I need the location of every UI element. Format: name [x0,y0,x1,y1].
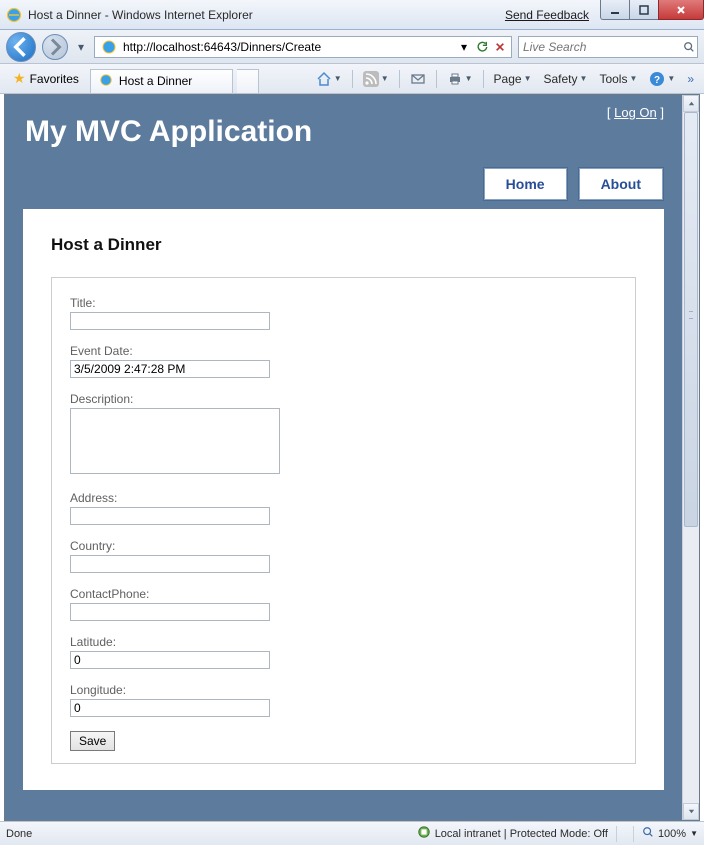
help-button[interactable]: ?▼ [645,69,679,89]
page-menu[interactable]: Page▼ [490,70,536,88]
page-heading: Host a Dinner [51,235,636,255]
window-titlebar: Host a Dinner - Windows Internet Explore… [0,0,704,30]
help-icon: ? [649,71,665,87]
site-nav: Home About [5,167,682,209]
nav-home[interactable]: Home [483,167,568,201]
svg-text:?: ? [654,75,660,86]
input-description[interactable] [70,408,280,474]
favorites-label: Favorites [30,72,79,86]
nav-about[interactable]: About [578,167,664,201]
input-event-date[interactable] [70,360,270,378]
input-latitude[interactable] [70,651,270,669]
back-button[interactable] [6,32,36,62]
input-longitude[interactable] [70,699,270,717]
minimize-button[interactable] [600,0,630,20]
label-address: Address: [70,491,617,505]
forward-button[interactable] [42,34,68,60]
input-title[interactable] [70,312,270,330]
feeds-button[interactable]: ▼ [359,69,393,89]
search-input[interactable] [521,39,682,55]
input-address[interactable] [70,507,270,525]
toolbar-expand[interactable]: » [683,70,698,88]
nav-history-dropdown[interactable]: ▾ [74,40,88,54]
home-button[interactable]: ▼ [312,69,346,89]
window-buttons [601,0,704,29]
label-description: Description: [70,392,617,406]
page-menu-label: Page [494,72,522,86]
app-title: My MVC Application [25,115,312,149]
maximize-button[interactable] [629,0,659,20]
stop-button[interactable] [491,38,509,56]
zoom-control[interactable]: 100% ▼ [642,826,698,841]
address-dropdown[interactable]: ▾ [455,38,473,56]
address-bar: ▾ [94,36,512,58]
page-icon [101,39,117,55]
logon-link[interactable]: Log On [614,105,657,120]
label-latitude: Latitude: [70,635,617,649]
address-input[interactable] [121,38,455,56]
input-contact-phone[interactable] [70,603,270,621]
new-tab-button[interactable] [237,69,259,93]
zoom-icon [642,826,654,841]
status-bar: Done Local intranet | Protected Mode: Of… [0,821,704,845]
label-contact-phone: ContactPhone: [70,587,617,601]
vertical-scrollbar[interactable] [682,95,699,820]
scroll-up-button[interactable] [683,95,699,112]
label-event-date: Event Date: [70,344,617,358]
tools-menu[interactable]: Tools▼ [595,70,641,88]
dinner-form: Title: Event Date: Description: Address: [51,277,636,764]
send-feedback-link[interactable]: Send Feedback [505,8,589,22]
home-icon [316,71,332,87]
status-zone: Local intranet | Protected Mode: Off [435,828,608,840]
browser-tab[interactable]: Host a Dinner [90,69,233,93]
input-country[interactable] [70,555,270,573]
scroll-track[interactable] [683,112,699,803]
label-longitude: Longitude: [70,683,617,697]
content-viewport: My MVC Application [ Log On ] Home About… [4,94,700,821]
refresh-button[interactable] [473,38,491,56]
favorites-button[interactable]: ★ Favorites [6,67,86,90]
tab-page-icon [99,73,113,90]
search-button[interactable] [682,38,695,56]
navigation-bar: ▾ ▾ [0,30,704,64]
search-box [518,36,698,58]
star-icon: ★ [13,70,26,87]
mail-icon [410,71,426,87]
tools-menu-label: Tools [599,72,627,86]
rss-icon [363,71,379,87]
safety-menu-label: Safety [544,72,578,86]
close-button[interactable] [658,0,704,20]
save-button[interactable]: Save [70,731,115,751]
main-content: Host a Dinner Title: Event Date: Descrip… [23,209,664,790]
page-body: My MVC Application [ Log On ] Home About… [5,95,682,820]
status-text: Done [6,828,32,840]
toolbar: ★ Favorites Host a Dinner ▼ ▼ ▼ Page▼ Sa… [0,64,704,94]
tab-title: Host a Dinner [119,74,192,88]
zoom-dropdown[interactable]: ▼ [690,829,698,838]
logon-area: [ Log On ] [607,105,664,120]
safety-menu[interactable]: Safety▼ [540,70,592,88]
label-title: Title: [70,296,617,310]
window-title: Host a Dinner - Windows Internet Explore… [28,8,253,22]
scroll-thumb[interactable] [684,112,698,527]
ie-icon [6,7,22,23]
scroll-down-button[interactable] [683,803,699,820]
read-mail-button[interactable] [406,69,430,89]
zoom-value: 100% [658,828,686,840]
zone-icon [417,825,431,842]
print-icon [447,71,463,87]
print-button[interactable]: ▼ [443,69,477,89]
label-country: Country: [70,539,617,553]
